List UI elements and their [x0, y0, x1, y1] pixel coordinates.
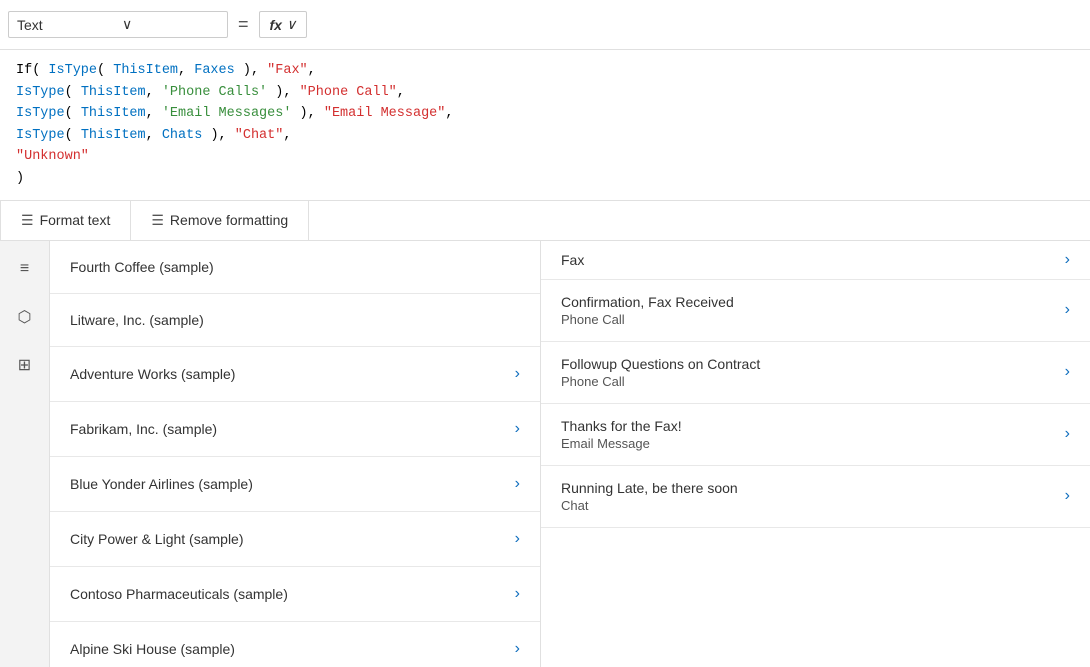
right-item-title: Running Late, be there soon	[561, 480, 738, 496]
list-item-chevron-icon: ›	[515, 585, 520, 603]
list-item[interactable]: Fourth Coffee (sample) ›	[50, 241, 540, 294]
list-item-label: Fabrikam, Inc. (sample)	[70, 421, 217, 437]
remove-formatting-icon: ☰	[151, 212, 164, 229]
list-item[interactable]: Alpine Ski House (sample) ›	[50, 622, 540, 667]
right-item-subtitle: Chat	[561, 498, 738, 513]
right-item-content: Thanks for the Fax! Email Message	[561, 418, 682, 451]
list-item-chevron-icon: ›	[515, 640, 520, 658]
right-panel-item[interactable]: Fax ›	[541, 241, 1090, 280]
hamburger-icon[interactable]: ≡	[13, 257, 37, 281]
list-item-label: Adventure Works (sample)	[70, 366, 235, 382]
list-item-chevron-icon: ›	[515, 420, 520, 438]
right-item-title: Confirmation, Fax Received	[561, 294, 734, 310]
format-text-icon: ☰	[21, 212, 34, 229]
format-text-label: Format text	[40, 212, 111, 228]
layers-icon[interactable]: ⬡	[13, 305, 37, 329]
right-item-content: Confirmation, Fax Received Phone Call	[561, 294, 734, 327]
list-item-label: Alpine Ski House (sample)	[70, 641, 235, 657]
grid-icon[interactable]: ⊞	[13, 353, 37, 377]
right-item-chevron-icon: ›	[1065, 301, 1070, 319]
fx-icon: fx	[270, 17, 282, 33]
remove-formatting-button[interactable]: ☰ Remove formatting	[131, 201, 309, 240]
right-item-subtitle: Phone Call	[561, 374, 760, 389]
list-item-label: Fourth Coffee (sample)	[70, 259, 214, 275]
list-item-label: Blue Yonder Airlines (sample)	[70, 476, 253, 492]
list-item[interactable]: Litware, Inc. (sample) ›	[50, 294, 540, 347]
equals-sign: =	[234, 14, 253, 35]
right-item-content: Running Late, be there soon Chat	[561, 480, 738, 513]
list-item-label: City Power & Light (sample)	[70, 531, 244, 547]
right-item-content: Followup Questions on Contract Phone Cal…	[561, 356, 760, 389]
sidebar-icons: ≡ ⬡ ⊞	[0, 241, 50, 667]
toolbar-row: ☰ Format text ☰ Remove formatting	[0, 201, 1090, 241]
list-item-chevron-icon: ›	[515, 530, 520, 548]
right-item-chevron-icon: ›	[1065, 425, 1070, 443]
right-item-title: Fax	[561, 252, 584, 268]
list-item[interactable]: City Power & Light (sample) ›	[50, 512, 540, 567]
right-item-subtitle: Email Message	[561, 436, 682, 451]
right-panel-item[interactable]: Followup Questions on Contract Phone Cal…	[541, 342, 1090, 404]
dropdown-chevron-icon: ∨	[122, 16, 219, 33]
text-dropdown[interactable]: Text ∨	[8, 11, 228, 38]
list-item-chevron-icon: ›	[515, 475, 520, 493]
right-panel: Fax › Confirmation, Fax Received Phone C…	[540, 241, 1090, 667]
list-item-label: Contoso Pharmaceuticals (sample)	[70, 586, 288, 602]
dropdown-value: Text	[17, 17, 114, 33]
remove-formatting-label: Remove formatting	[170, 212, 288, 228]
top-bar: Text ∨ = fx ∨	[0, 0, 1090, 50]
right-item-subtitle: Phone Call	[561, 312, 734, 327]
right-panel-item[interactable]: Thanks for the Fax! Email Message ›	[541, 404, 1090, 466]
right-item-content: Fax	[561, 252, 584, 268]
list-item-chevron-icon: ›	[515, 365, 520, 383]
right-panel-item[interactable]: Confirmation, Fax Received Phone Call ›	[541, 280, 1090, 342]
list-item[interactable]: Fabrikam, Inc. (sample) ›	[50, 402, 540, 457]
main-content: ≡ ⬡ ⊞ Fourth Coffee (sample) › Litware, …	[0, 241, 1090, 667]
list-item[interactable]: Adventure Works (sample) ›	[50, 347, 540, 402]
list-item[interactable]: Blue Yonder Airlines (sample) ›	[50, 457, 540, 512]
fx-button[interactable]: fx ∨	[259, 11, 308, 38]
list-panel: Fourth Coffee (sample) › Litware, Inc. (…	[50, 241, 540, 667]
right-item-chevron-icon: ›	[1065, 487, 1070, 505]
code-editor[interactable]: If( IsType( ThisItem, Faxes ), "Fax", Is…	[0, 50, 1090, 201]
right-item-title: Followup Questions on Contract	[561, 356, 760, 372]
fx-chevron-icon: ∨	[286, 16, 296, 33]
right-panel-item[interactable]: Running Late, be there soon Chat ›	[541, 466, 1090, 528]
right-item-title: Thanks for the Fax!	[561, 418, 682, 434]
right-item-chevron-icon: ›	[1065, 363, 1070, 381]
right-item-chevron-icon: ›	[1065, 251, 1070, 269]
list-item[interactable]: Contoso Pharmaceuticals (sample) ›	[50, 567, 540, 622]
list-item-label: Litware, Inc. (sample)	[70, 312, 204, 328]
format-text-button[interactable]: ☰ Format text	[0, 201, 131, 240]
